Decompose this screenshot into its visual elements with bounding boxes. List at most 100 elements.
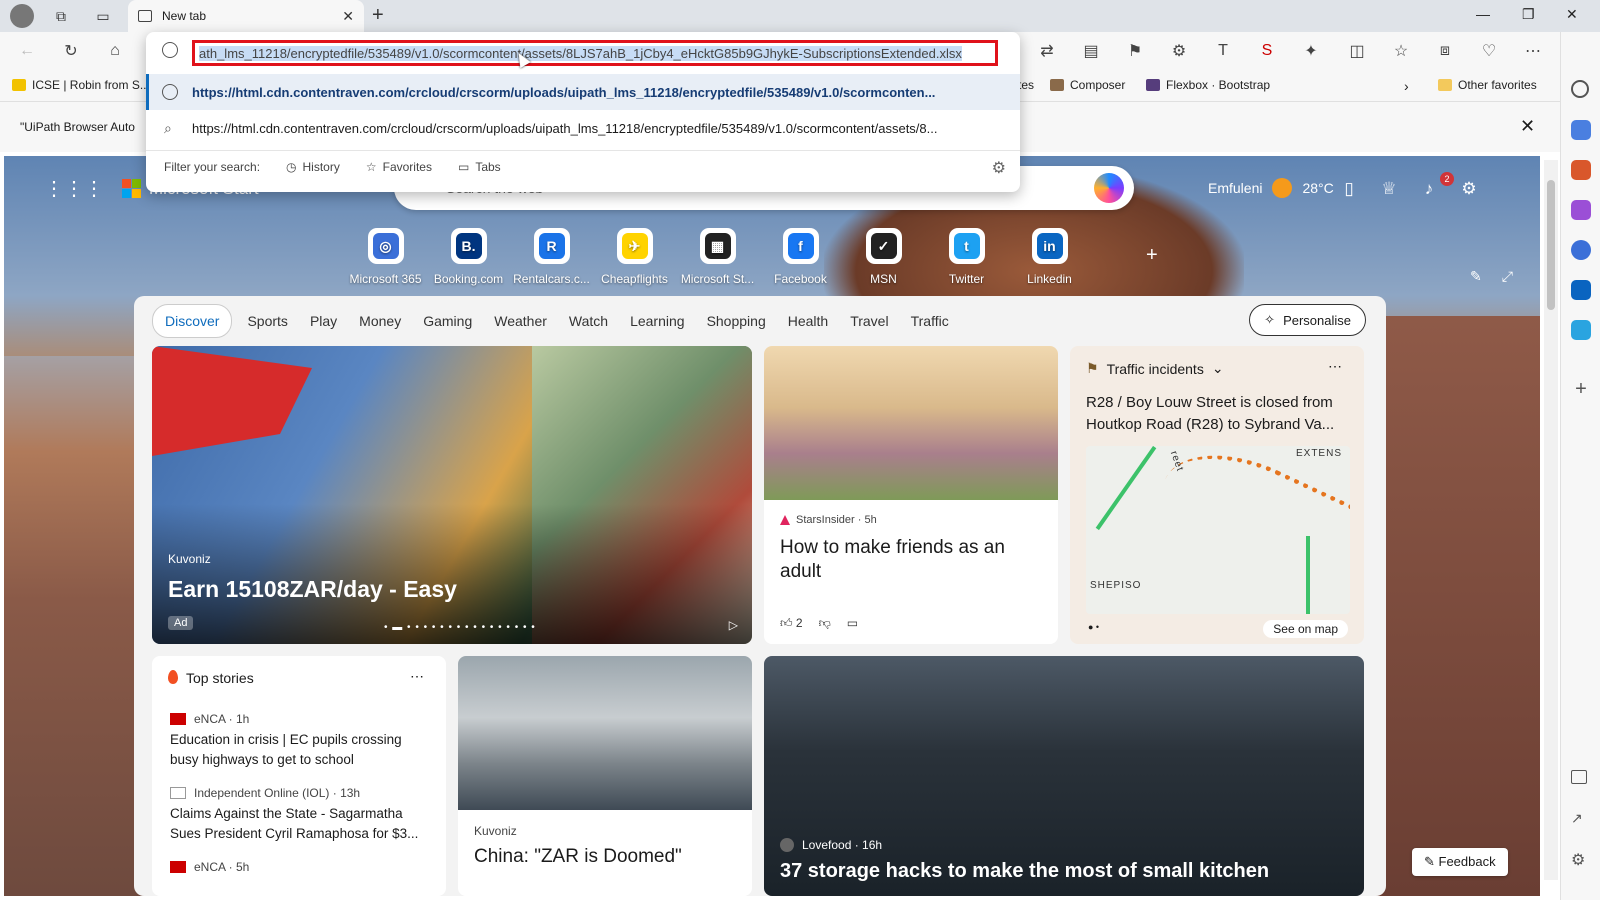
page-settings-icon[interactable]: ⚙ [1458,178,1480,200]
quick-link-tile[interactable]: ✓ MSN [842,228,925,286]
edit-background-icon[interactable]: ✎ [1470,268,1482,285]
split-screen-icon[interactable]: ◫ [1346,40,1368,62]
address-bar-input[interactable]: ath_lms_11218/encryptedfile/535489/v1.0/… [192,40,998,66]
flag-icon[interactable]: ⚑ [1124,40,1146,62]
dislike-icon[interactable]: 👎︎ [819,616,831,631]
tab-watch[interactable]: Watch [558,305,619,337]
card-dots[interactable]: ● • [1088,622,1099,632]
play-icon[interactable]: ▷ [729,618,738,632]
add-sidebar-app-icon[interactable]: + [1571,379,1591,400]
games-icon[interactable] [1571,200,1591,220]
kitchen-article-card[interactable]: Lovefood · 16h 37 storage hacks to make … [764,656,1364,896]
quick-link-tile[interactable]: B. Booking.com [427,228,510,286]
carousel-dots[interactable]: • ▬ • • • • • • • • • • • • • • • • [384,622,536,633]
china-article-card[interactable]: Kuvoniz China: "ZAR is Doomed" [458,656,752,896]
comment-icon[interactable]: ▭ [847,616,858,631]
bookmarks-overflow-chevron-icon[interactable]: › [1404,78,1409,94]
suggestion-search[interactable]: ⌕ https://html.cdn.contentraven.com/crcl… [146,110,1020,146]
minimize-button[interactable]: — [1476,6,1490,22]
bookmark-item[interactable]: ICSE | Robin from S... [12,78,150,92]
traffic-header[interactable]: ⚑ Traffic incidents ⌄ [1086,360,1224,377]
notifications-bell-icon[interactable]: ♪ [1418,178,1440,200]
tab-discover[interactable]: Discover [152,304,233,338]
bookmark-item[interactable]: tes [1018,78,1034,92]
favorites-icon[interactable]: ☆ [1390,40,1412,62]
feedback-button[interactable]: ✎ Feedback [1412,848,1508,876]
suggestion-url[interactable]: https://html.cdn.contentraven.com/crclou… [146,74,1020,110]
bookmark-item[interactable]: Flexbox · Bootstrap [1146,78,1270,92]
filter-favorites[interactable]: ☆ Favorites [366,160,432,174]
app-launcher-icon[interactable]: ⋮⋮⋮ [44,176,104,201]
tab-shopping[interactable]: Shopping [696,305,777,337]
refresh-button[interactable]: ↻ [60,40,82,62]
list-item[interactable]: eNCA · 5h [170,860,249,874]
send-icon[interactable] [1571,320,1591,340]
bookmark-item[interactable]: Composer [1050,78,1125,92]
hero-title[interactable]: Earn 15108ZAR/day - Easy [168,576,457,603]
tab-learning[interactable]: Learning [619,305,696,337]
article-title[interactable]: How to make friends as an adult [780,536,1050,584]
quick-link-tile[interactable]: ▦ Microsoft St... [676,228,759,286]
tab-gaming[interactable]: Gaming [412,305,483,337]
quick-link-tile[interactable]: f Facebook [759,228,842,286]
hero-ad-card[interactable]: Kuvoniz Earn 15108ZAR/day - Easy Ad • ▬ … [152,346,752,644]
external-link-icon[interactable]: ↗ [1571,810,1591,830]
other-favorites[interactable]: Other favorites [1438,78,1537,92]
extensions-icon[interactable]: ✦ [1300,40,1322,62]
restore-button[interactable]: ❐ [1522,6,1535,23]
quick-link-tile[interactable]: t Twitter [925,228,1008,286]
search-icon[interactable] [1571,80,1589,98]
shopping-icon[interactable] [1571,120,1591,140]
tab-health[interactable]: Health [777,305,839,337]
tab-sports[interactable]: Sports [236,305,298,337]
list-item[interactable]: Independent Online (IOL) · 13h Claims Ag… [170,786,430,844]
back-button[interactable]: ← [16,40,38,62]
tab-weather[interactable]: Weather [483,305,558,337]
tab-new-tab[interactable]: New tab ✕ [128,0,364,32]
article-title[interactable]: China: "ZAR is Doomed" [474,846,682,868]
more-options-icon[interactable]: ⋯ [1328,358,1342,375]
close-tab-icon[interactable]: ✕ [342,8,354,25]
home-button[interactable]: ⌂ [104,40,126,62]
article-title[interactable]: 37 storage hacks to make the most of sma… [780,860,1269,883]
filter-tabs[interactable]: ▭ Tabs [458,160,501,174]
translate-icon[interactable]: ⇄ [1036,40,1058,62]
quick-link-tile[interactable]: ✈ Cheapflights [593,228,676,286]
sidebar-settings-icon[interactable]: ⚙ [1571,850,1591,870]
tab-money[interactable]: Money [348,305,412,337]
new-tab-button[interactable]: + [372,4,384,27]
workspaces-icon[interactable]: ⧉ [50,5,72,27]
outlook-icon[interactable] [1571,280,1591,300]
extension-t-icon[interactable]: T [1212,40,1234,62]
more-options-icon[interactable]: ⋯ [410,668,424,685]
close-find-icon[interactable]: ✕ [1520,116,1535,137]
rewards-icon[interactable]: ♕ [1378,178,1400,200]
microsoft365-icon[interactable] [1571,240,1591,260]
extension-gear-icon[interactable]: ⚙ [1168,40,1190,62]
story-title[interactable]: Education in crisis | EC pupils crossing… [170,730,430,770]
tools-icon[interactable] [1571,160,1591,180]
extension-s-icon[interactable]: S [1256,40,1278,62]
quick-link-tile[interactable]: R Rentalcars.c... [510,228,593,286]
more-menu-icon[interactable]: ⋯ [1522,40,1544,62]
filter-history[interactable]: ◷ History [286,160,340,174]
collections-icon[interactable]: ⧈ [1434,40,1456,62]
tab-play[interactable]: Play [299,305,348,337]
find-query[interactable]: "UiPath Browser Auto [20,120,135,134]
traffic-title[interactable]: R28 / Boy Louw Street is closed from Hou… [1086,392,1356,436]
sidebar-toggle-icon[interactable] [1571,770,1587,784]
friends-article-card[interactable]: StarsInsider · 5h How to make friends as… [764,346,1058,644]
settings-gear-icon[interactable]: ⚙ [992,158,1006,178]
phone-icon[interactable]: ▯ [1338,178,1360,200]
add-shortcut-icon[interactable]: + [1146,244,1158,267]
story-title[interactable]: Claims Against the State - Sagarmatha Su… [170,804,430,844]
expand-icon[interactable]: ⤢ [1502,268,1513,285]
performance-icon[interactable]: ♡ [1478,40,1500,62]
personalise-button[interactable]: ✧ Personalise [1249,304,1366,336]
like-button[interactable]: 👍︎ 2 [780,616,803,631]
close-window-button[interactable]: ✕ [1566,6,1578,23]
list-item[interactable]: eNCA · 1h Education in crisis | EC pupil… [170,712,430,770]
see-on-map-button[interactable]: See on map [1263,620,1348,638]
scrollbar-thumb[interactable] [1547,180,1555,310]
reader-icon[interactable]: ▤ [1080,40,1102,62]
